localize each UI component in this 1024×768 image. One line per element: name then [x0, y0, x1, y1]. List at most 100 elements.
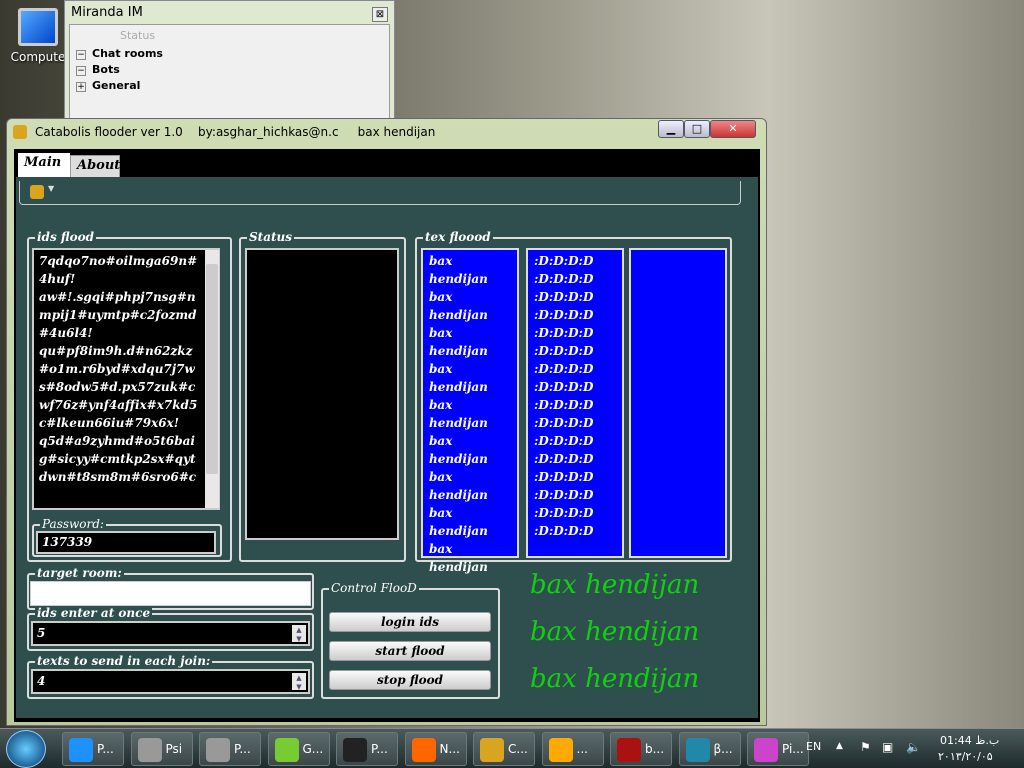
show-hidden-icons[interactable]: ▲ — [836, 741, 843, 751]
start-flood-button[interactable]: start flood — [329, 641, 491, 661]
text-list-3[interactable] — [629, 248, 727, 558]
app-menu-icon[interactable] — [30, 185, 44, 199]
list-item[interactable]: :D:D:D:D — [534, 270, 616, 288]
password-group: Password: 137339 — [32, 517, 222, 557]
list-item[interactable]: bax hendijan — [429, 288, 511, 324]
window-title: Catabolis flooder ver 1.0 by:asghar_hich… — [35, 125, 436, 139]
maximize-button[interactable]: □ — [684, 120, 710, 138]
start-button[interactable] — [6, 730, 46, 768]
list-item[interactable]: :D:D:D:D — [534, 342, 616, 360]
app-icon — [480, 738, 504, 762]
login-ids-button[interactable]: login ids — [329, 612, 491, 632]
list-item[interactable]: bax hendijan — [429, 432, 511, 468]
group-chat-rooms[interactable]: − Chat rooms — [76, 47, 163, 60]
app-icon — [685, 738, 710, 762]
list-item[interactable]: :D:D:D:D — [534, 414, 616, 432]
app-icon — [343, 738, 367, 762]
app-icon — [137, 738, 162, 762]
list-item[interactable]: :D:D:D:D — [534, 306, 616, 324]
miranda-title: Miranda IM — [71, 5, 143, 20]
taskbar-item[interactable]: C... — [473, 732, 535, 766]
app-icon — [13, 125, 27, 139]
group-general[interactable]: + General — [76, 79, 140, 92]
ids-flood-group: ids flood 7qdqo7no#oilmga69n#4huf! aw#!.… — [27, 230, 232, 562]
spin-arrows-icon[interactable]: ▲ ▼ — [292, 673, 306, 691]
app-icon — [548, 738, 573, 762]
ids-enter-spinner[interactable]: 5 ▲ ▼ — [31, 621, 310, 646]
list-item[interactable]: bax hendijan — [429, 252, 511, 288]
taskbar-item[interactable]: N... — [404, 732, 467, 766]
close-button[interactable]: ⊠ — [372, 7, 388, 22]
banner-text: bax hendijan — [530, 570, 700, 600]
list-item[interactable]: :D:D:D:D — [534, 324, 616, 342]
app-icon — [754, 738, 778, 762]
list-item[interactable]: bax hendijan — [429, 504, 511, 540]
tab-main[interactable]: Main — [18, 153, 70, 179]
list-item[interactable]: :D:D:D:D — [534, 486, 616, 504]
app-icon — [411, 738, 436, 762]
list-item[interactable]: :D:D:D:D — [534, 522, 616, 540]
spin-arrows-icon[interactable]: ▲ ▼ — [292, 625, 306, 643]
group-bots[interactable]: − Bots — [76, 63, 120, 76]
password-input[interactable]: 137339 — [36, 531, 216, 554]
action-center-icon[interactable]: ⚑ — [860, 740, 871, 754]
status-label[interactable]: Status — [120, 29, 155, 42]
clock-date[interactable]: ۲۰۱۳/۲۰/۰۵ — [938, 750, 993, 763]
list-item[interactable]: bax hendijan — [429, 468, 511, 504]
computer-icon — [18, 8, 58, 46]
list-item[interactable]: :D:D:D:D — [534, 468, 616, 486]
list-item[interactable]: :D:D:D:D — [534, 504, 616, 522]
target-room-input[interactable] — [30, 581, 311, 606]
ids-textarea[interactable]: 7qdqo7no#oilmga69n#4huf! aw#!.sgqi#phpj7… — [32, 248, 220, 510]
taskbar: P... Psi P... G... P... N... C...... b... β... Pi… — [0, 728, 1024, 768]
network-icon[interactable]: ▣ — [882, 740, 893, 754]
taskbar-item[interactable]: P... — [199, 732, 261, 766]
tab-about[interactable]: About — [70, 155, 120, 179]
target-room-group: target room: — [27, 566, 314, 610]
list-item[interactable]: bax hendijan — [429, 396, 511, 432]
list-item[interactable]: bax hendijan — [429, 540, 511, 576]
taskbar-item[interactable]: P... — [336, 732, 398, 766]
taskbar-item[interactable]: Pi... — [747, 732, 809, 766]
banner-text: bax hendijan — [530, 617, 700, 647]
tex-flood-group: tex floood bax hendijan bax hendijan bax h… — [415, 230, 732, 574]
app-icon — [206, 738, 230, 762]
desktop-icon-computer[interactable]: Compute — [8, 8, 68, 64]
text-list-2[interactable]: :D:D:D:D:D:D:D:D:D:D:D:D:D:D:D:D:D:D:D:D… — [526, 248, 624, 558]
volume-icon[interactable]: 🔈 — [906, 740, 921, 754]
status-group: Status — [239, 230, 406, 562]
taskbar-item[interactable]: G... — [267, 732, 330, 766]
text-list-1[interactable]: bax hendijan bax hendijan bax hendijan bax … — [421, 248, 519, 574]
clock-time[interactable]: 01:44 ب.ظ — [940, 734, 999, 747]
taskbar-item[interactable]: Psi — [130, 732, 193, 766]
chevron-down-icon[interactable]: ▼ — [48, 184, 54, 193]
stop-flood-button[interactable]: stop flood — [329, 670, 491, 690]
list-item[interactable]: :D:D:D:D — [534, 252, 616, 270]
list-item[interactable]: :D:D:D:D — [534, 288, 616, 306]
language-indicator[interactable]: EN — [806, 740, 821, 753]
list-item[interactable]: bax hendijan — [429, 324, 511, 360]
list-item[interactable]: :D:D:D:D — [534, 450, 616, 468]
ids-enter-group: ids enter at once 5 ▲ ▼ — [27, 606, 314, 651]
list-item[interactable]: :D:D:D:D — [534, 378, 616, 396]
taskbar-item[interactable]: b... — [610, 732, 672, 766]
texts-send-group: texts to send in each join: 4 ▲ ▼ — [27, 654, 314, 699]
toolbar: ▼ — [19, 181, 741, 205]
miranda-window: Miranda IM ⊠ Status − Chat rooms − Bots + G… — [64, 0, 395, 125]
list-item[interactable]: bax hendijan — [429, 360, 511, 396]
taskbar-item[interactable]: P... — [62, 732, 124, 766]
status-output — [245, 248, 399, 540]
list-item[interactable]: :D:D:D:D — [534, 396, 616, 414]
app-icon — [617, 738, 641, 762]
minimize-button[interactable]: ▁ — [658, 120, 684, 138]
scrollbar[interactable] — [205, 250, 219, 508]
control-flood-group: Control FlooD login ids start flood stop… — [321, 581, 500, 699]
taskbar-item[interactable]: β... — [678, 732, 741, 766]
texts-send-spinner[interactable]: 4 ▲ ▼ — [31, 669, 310, 694]
close-button[interactable]: ✕ — [710, 120, 756, 138]
banner-text: bax hendijan — [530, 664, 700, 694]
list-item[interactable]: :D:D:D:D — [534, 360, 616, 378]
app-icon — [274, 738, 299, 762]
list-item[interactable]: :D:D:D:D — [534, 432, 616, 450]
taskbar-item[interactable]: ... — [541, 732, 604, 766]
